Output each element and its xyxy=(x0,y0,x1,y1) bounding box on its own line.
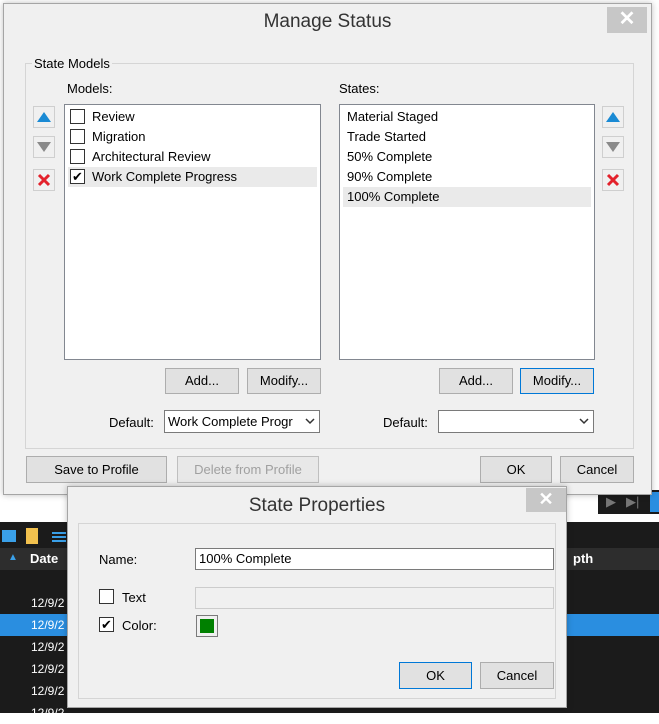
cancel-button[interactable]: Cancel xyxy=(560,456,634,483)
models-listbox[interactable]: Review Migration Architectural Review ✔ … xyxy=(64,104,321,360)
state-delete-button[interactable] xyxy=(602,169,624,191)
states-listbox[interactable]: Material Staged Trade Started 50% Comple… xyxy=(339,104,595,360)
up-arrow-icon xyxy=(606,112,620,122)
grid-header-depth[interactable]: pth xyxy=(573,551,593,566)
model-modify-button[interactable]: Modify... xyxy=(247,368,321,394)
scroll-indicator xyxy=(650,492,659,512)
dialog-title: Manage Status xyxy=(263,11,392,32)
model-label: Architectural Review xyxy=(92,149,211,164)
name-input[interactable]: 100% Complete xyxy=(195,548,554,570)
play-icon[interactable]: ▶ xyxy=(606,494,616,510)
state-item[interactable]: Trade Started xyxy=(343,127,591,147)
grid-cell: 12/9/2 xyxy=(31,640,65,654)
close-button[interactable]: ✕ xyxy=(607,7,647,33)
state-item[interactable]: 100% Complete xyxy=(343,187,591,207)
state-move-down-button[interactable] xyxy=(602,136,624,158)
ok-button[interactable]: OK xyxy=(480,456,552,483)
color-checkbox[interactable]: ✔ xyxy=(99,617,114,632)
states-default-select[interactable] xyxy=(438,410,594,433)
state-label: Trade Started xyxy=(347,129,427,144)
ok-button[interactable]: OK xyxy=(399,662,472,689)
grid-cell: 12/9/2 xyxy=(31,662,65,676)
models-label: Models: xyxy=(67,81,113,96)
dialog-title: State Properties xyxy=(248,495,386,516)
model-label: Review xyxy=(92,109,135,124)
manage-status-dialog: Manage Status ✕ State Models Models: Sta… xyxy=(3,3,652,495)
text-label: Text xyxy=(122,590,146,605)
model-item[interactable]: ✔ Work Complete Progress xyxy=(68,167,317,187)
up-arrow-icon xyxy=(37,112,51,122)
grid-cell: 12/9/2 xyxy=(31,684,65,698)
model-label: Work Complete Progress xyxy=(92,169,237,184)
model-checkbox[interactable] xyxy=(70,129,85,144)
model-item[interactable]: Review xyxy=(68,107,317,127)
color-swatch xyxy=(200,619,214,633)
state-models-legend: State Models xyxy=(32,56,112,71)
grid-cell: 12/9/2 xyxy=(31,596,65,610)
state-properties-dialog: State Properties ✕ Name: 100% Complete T… xyxy=(67,486,567,708)
models-default-select[interactable]: Work Complete Progr xyxy=(164,410,320,433)
title-bar: Manage Status ✕ xyxy=(4,4,651,35)
close-icon: ✕ xyxy=(618,8,636,30)
color-swatch-button[interactable] xyxy=(196,615,218,637)
model-checkbox[interactable] xyxy=(70,149,85,164)
background-toolbar xyxy=(0,524,70,548)
skip-end-icon[interactable]: ▶| xyxy=(626,494,639,510)
state-modify-button[interactable]: Modify... xyxy=(520,368,594,394)
state-label: 90% Complete xyxy=(347,169,433,184)
grid-cell: 12/9/2 xyxy=(31,618,65,632)
models-default-label: Default: xyxy=(109,415,154,430)
text-checkbox[interactable] xyxy=(99,589,114,604)
state-move-up-button[interactable] xyxy=(602,106,624,128)
model-delete-button[interactable] xyxy=(33,169,55,191)
save-to-profile-button[interactable]: Save to Profile xyxy=(26,456,167,483)
down-arrow-icon xyxy=(606,142,620,152)
model-move-down-button[interactable] xyxy=(33,136,55,158)
sort-icon: ▲ xyxy=(8,552,18,563)
state-item[interactable]: 90% Complete xyxy=(343,167,591,187)
checkmark-icon: ✔ xyxy=(101,617,112,632)
checkmark-icon: ✔ xyxy=(72,169,83,184)
model-item[interactable]: Migration xyxy=(68,127,317,147)
grid-header-date[interactable]: Date xyxy=(30,551,58,566)
title-bar: State Properties ✕ xyxy=(68,487,566,518)
color-label: Color: xyxy=(122,618,157,633)
model-checkbox[interactable] xyxy=(70,109,85,124)
states-default-label: Default: xyxy=(383,415,428,430)
chevron-down-icon xyxy=(575,411,593,432)
close-icon: ✕ xyxy=(538,489,554,509)
model-item[interactable]: Architectural Review xyxy=(68,147,317,167)
cancel-button[interactable]: Cancel xyxy=(480,662,554,689)
delete-x-icon xyxy=(37,173,51,187)
toolbar-icons xyxy=(2,528,66,544)
close-button[interactable]: ✕ xyxy=(526,488,566,512)
delete-from-profile-button[interactable]: Delete from Profile xyxy=(177,456,319,483)
text-input[interactable] xyxy=(195,587,554,609)
state-label: 50% Complete xyxy=(347,149,433,164)
state-label: Material Staged xyxy=(347,109,439,124)
state-item[interactable]: Material Staged xyxy=(343,107,591,127)
model-checkbox[interactable]: ✔ xyxy=(70,169,85,184)
state-label: 100% Complete xyxy=(347,189,440,204)
state-item[interactable]: 50% Complete xyxy=(343,147,591,167)
chevron-down-icon xyxy=(301,411,319,432)
model-label: Migration xyxy=(92,129,146,144)
models-default-value: Work Complete Progr xyxy=(168,414,293,429)
name-label: Name: xyxy=(99,552,138,567)
model-move-up-button[interactable] xyxy=(33,106,55,128)
model-add-button[interactable]: Add... xyxy=(165,368,239,394)
grid-cell: 12/9/2 xyxy=(31,706,65,720)
delete-x-icon xyxy=(606,173,620,187)
states-label: States: xyxy=(339,81,380,96)
down-arrow-icon xyxy=(37,142,51,152)
state-add-button[interactable]: Add... xyxy=(439,368,513,394)
